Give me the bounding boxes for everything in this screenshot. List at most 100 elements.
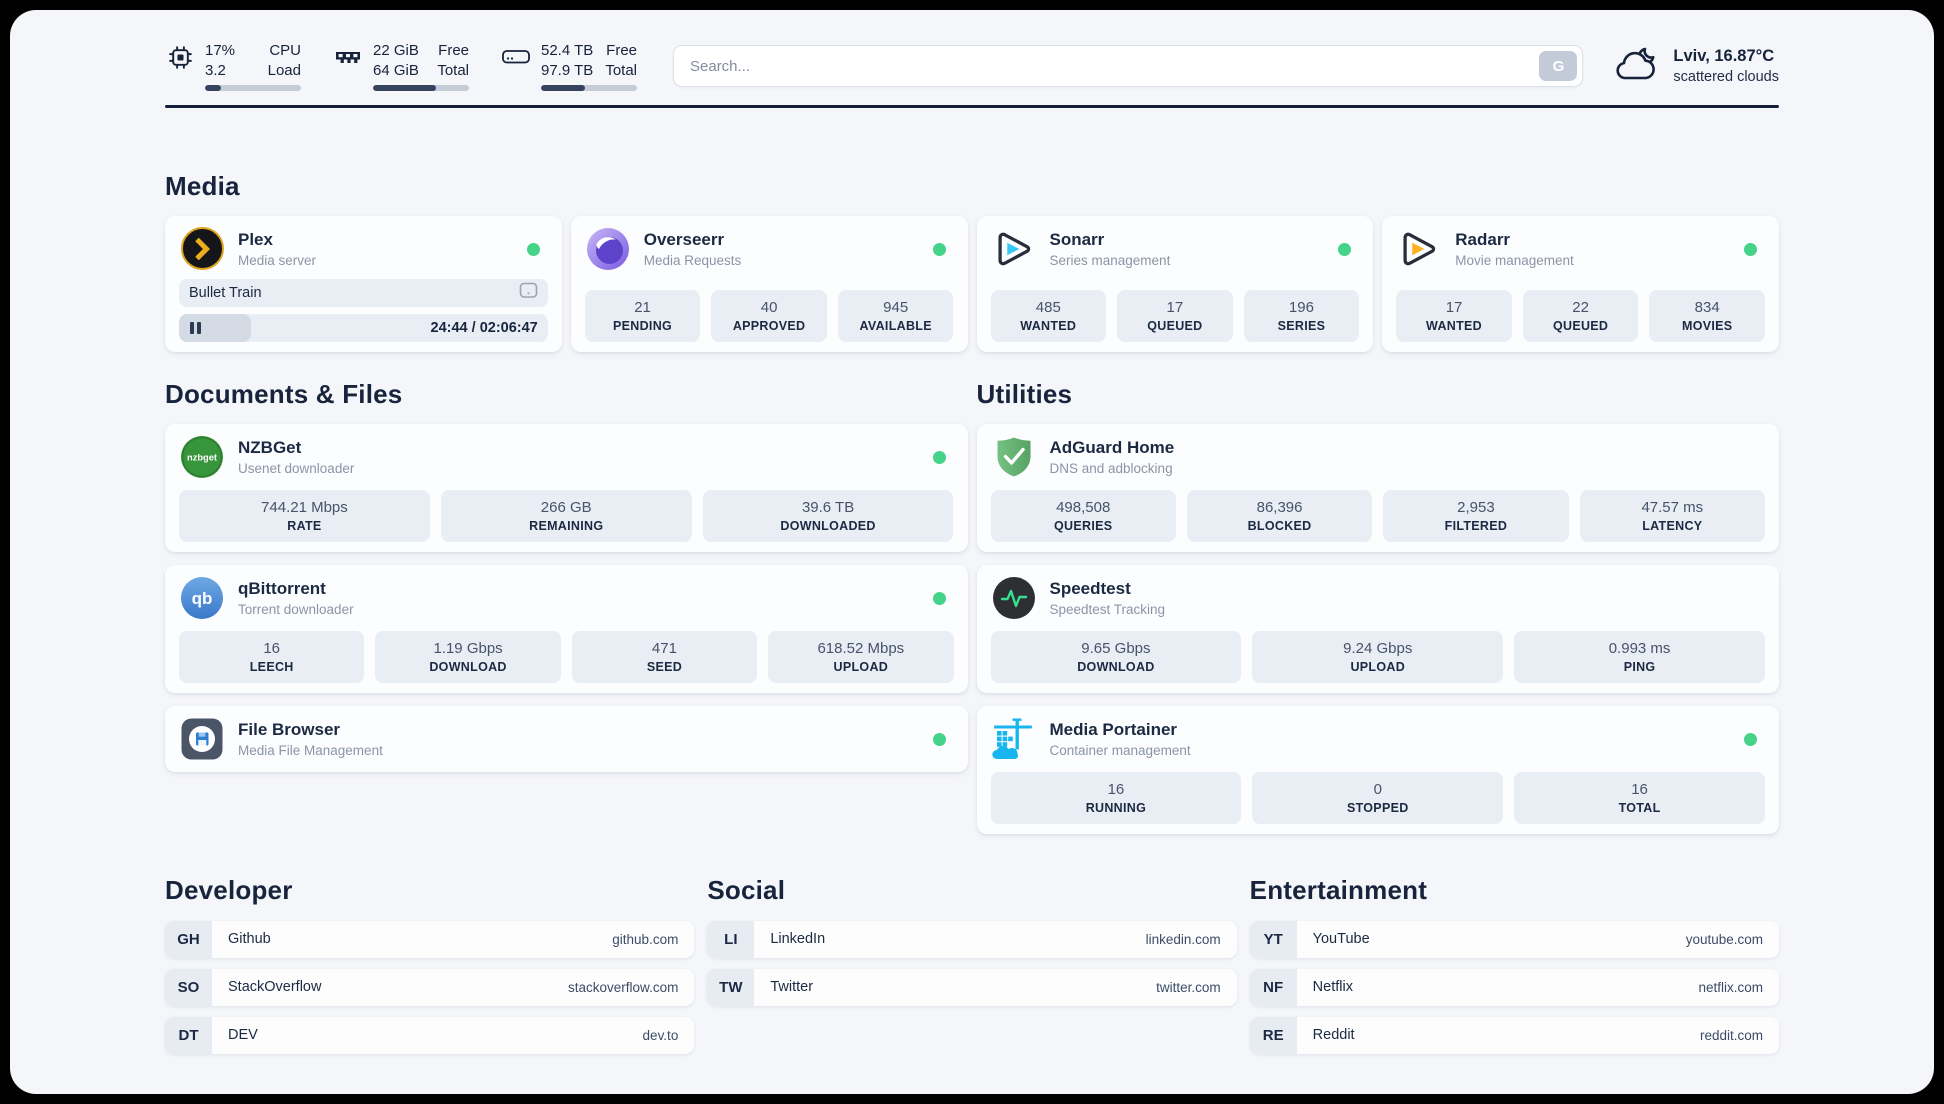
stat-latency: 47.57 ms LATENCY (1579, 489, 1765, 542)
app-name: Radarr (1455, 229, 1511, 249)
ram-free-value: 22 GiB (373, 42, 419, 59)
svg-text:nzbget: nzbget (187, 452, 217, 462)
ram-total-label: Total (437, 61, 469, 79)
app-description: Usenet downloader (238, 460, 355, 476)
section-title-developer: Developer (165, 874, 293, 905)
cpu-load-value: 3.2 (205, 61, 226, 79)
cpu-icon (165, 44, 195, 71)
search-bar: G (673, 45, 1584, 87)
cpu-percent: 17% (205, 42, 236, 59)
app-name: Speedtest (1049, 578, 1131, 598)
weather-location-temp: Lviv, 16.87°C (1673, 47, 1775, 65)
portainer-icon (991, 716, 1037, 762)
status-online-dot (932, 450, 946, 464)
app-card-portainer[interactable]: Media Portainer Container management 16 … (976, 705, 1779, 834)
app-card-adguard[interactable]: AdGuard Home DNS and adblocking 498,508 … (976, 423, 1779, 552)
weather-widget: Lviv, 16.87°C scattered clouds (1613, 44, 1779, 89)
app-name: Plex (238, 229, 273, 249)
disk-progress-bar (541, 85, 637, 91)
app-card-qbittorrent[interactable]: qb qBittorrent Torrent downloader 16 LEE… (165, 564, 968, 693)
stat-wanted: 485 WANTED (990, 289, 1107, 342)
stat-filtered: 2,953 FILTERED (1383, 489, 1569, 542)
app-card-plex[interactable]: Plex Media server Bullet Train 24:44 / 0… (165, 215, 562, 352)
link-reddit[interactable]: RE Reddit reddit.com (1249, 1016, 1779, 1054)
app-name: qBittorrent (238, 578, 326, 598)
stat-download: 1.19 Gbps DOWNLOAD (375, 630, 561, 683)
section-title-documents: Documents & Files (165, 378, 403, 409)
stat-stopped: 0 STOPPED (1252, 771, 1504, 824)
app-description: Media File Management (238, 742, 383, 758)
ram-progress-fill (373, 85, 437, 91)
cpu-widget: 17% 3.2 CPU Load (165, 41, 301, 91)
section-title-media: Media (165, 170, 240, 201)
stat-total: 16 TOTAL (1514, 771, 1765, 824)
storage-widget: 52.4 TB 97.9 TB Free Total (501, 41, 637, 91)
search-input[interactable] (688, 56, 1540, 76)
utilities-column: Utilities AdGuard Home DNS and adblockin… (976, 378, 1779, 834)
stat-wanted: 17 WANTED (1396, 289, 1512, 342)
stat-series: 196 SERIES (1243, 289, 1360, 342)
ram-progress-bar (373, 85, 469, 91)
app-description: Container management (1049, 742, 1191, 758)
stat-upload: 618.52 Mbps UPLOAD (768, 630, 954, 683)
ram-total-value: 64 GiB (373, 61, 419, 79)
status-online-dot (932, 732, 946, 746)
link-linkedin[interactable]: LI LinkedIn linkedin.com (707, 920, 1237, 958)
stat-approved: 40 APPROVED (711, 289, 827, 342)
link-twitter[interactable]: TW Twitter twitter.com (707, 968, 1237, 1006)
stat-queued: 17 QUEUED (1117, 289, 1233, 342)
status-online-dot (932, 242, 946, 256)
entertainment-links: Entertainment YT YouTube youtube.com NF … (1249, 874, 1779, 1054)
cloud-moon-icon (1613, 44, 1660, 89)
cpu-progress-bar (205, 85, 301, 91)
nzbget-icon: nzbget (179, 434, 225, 480)
stat-movies: 834 MOVIES (1649, 289, 1765, 342)
link-github[interactable]: GH Github github.com (165, 920, 695, 958)
social-links: Social LI LinkedIn linkedin.com TW Twitt… (707, 874, 1237, 1054)
app-card-sonarr[interactable]: Sonarr Series management 485 WANTED 17 Q… (976, 215, 1374, 352)
playback-progress-row: 24:44 / 02:06:47 (179, 313, 548, 342)
stat-downloaded: 39.6 TB DOWNLOADED (702, 489, 954, 542)
stat-queued: 22 QUEUED (1522, 289, 1639, 342)
disk-icon (501, 44, 531, 69)
disk-progress-fill (541, 85, 586, 91)
app-name: AdGuard Home (1049, 437, 1175, 457)
app-card-radarr[interactable]: Radarr Movie management 17 WANTED 22 QUE… (1382, 215, 1779, 352)
stat-available: 945 AVAILABLE (837, 289, 954, 342)
disk-total-label: Total (605, 61, 637, 79)
app-name: File Browser (238, 719, 341, 739)
header: 17% 3.2 CPU Load 22 GiB 64 GiB Free Tota… (165, 10, 1779, 92)
disk-total-value: 97.9 TB (541, 61, 594, 79)
app-card-speedtest[interactable]: Speedtest Speedtest Tracking 9.65 Gbps D… (976, 564, 1779, 693)
qbittorrent-icon: qb (179, 575, 225, 621)
overseerr-icon (585, 226, 631, 272)
section-title-entertainment: Entertainment (1249, 874, 1428, 905)
developer-links: Developer GH Github github.com SO StackO… (165, 874, 695, 1054)
stat-upload: 9.24 Gbps UPLOAD (1252, 630, 1504, 683)
app-card-filebrowser[interactable]: File Browser Media File Management (165, 705, 968, 772)
link-badge: GH (165, 920, 212, 958)
link-badge: YT (1249, 920, 1297, 958)
header-divider (165, 105, 1779, 108)
app-card-overseerr[interactable]: Overseerr Media Requests 21 PENDING 40 A… (570, 215, 968, 352)
disk-free-label: Free (606, 42, 637, 59)
link-stackoverflow[interactable]: SO StackOverflow stackoverflow.com (165, 968, 695, 1006)
app-description: DNS and adblocking (1049, 460, 1173, 476)
cast-screen-icon (519, 282, 538, 303)
link-badge: SO (165, 968, 212, 1006)
app-description: Speedtest Tracking (1049, 601, 1166, 617)
stat-leech: 16 LEECH (179, 630, 365, 683)
ram-free-label: Free (438, 42, 469, 59)
link-netflix[interactable]: NF Netflix netflix.com (1249, 968, 1779, 1006)
app-name: Overseerr (643, 229, 725, 249)
ram-icon (333, 44, 363, 70)
link-dev[interactable]: DT DEV dev.to (165, 1016, 695, 1054)
link-youtube[interactable]: YT YouTube youtube.com (1249, 920, 1779, 958)
pause-button[interactable] (190, 321, 201, 334)
app-description: Media Requests (643, 252, 742, 268)
app-card-nzbget[interactable]: nzbget NZBGet Usenet downloader 744.21 M… (165, 423, 968, 552)
cpu-label: CPU (269, 42, 301, 59)
system-widgets: 17% 3.2 CPU Load 22 GiB 64 GiB Free Tota… (165, 41, 637, 91)
search-engine-button[interactable]: G (1539, 51, 1578, 81)
stat-queries: 498,508 QUERIES (990, 489, 1176, 542)
